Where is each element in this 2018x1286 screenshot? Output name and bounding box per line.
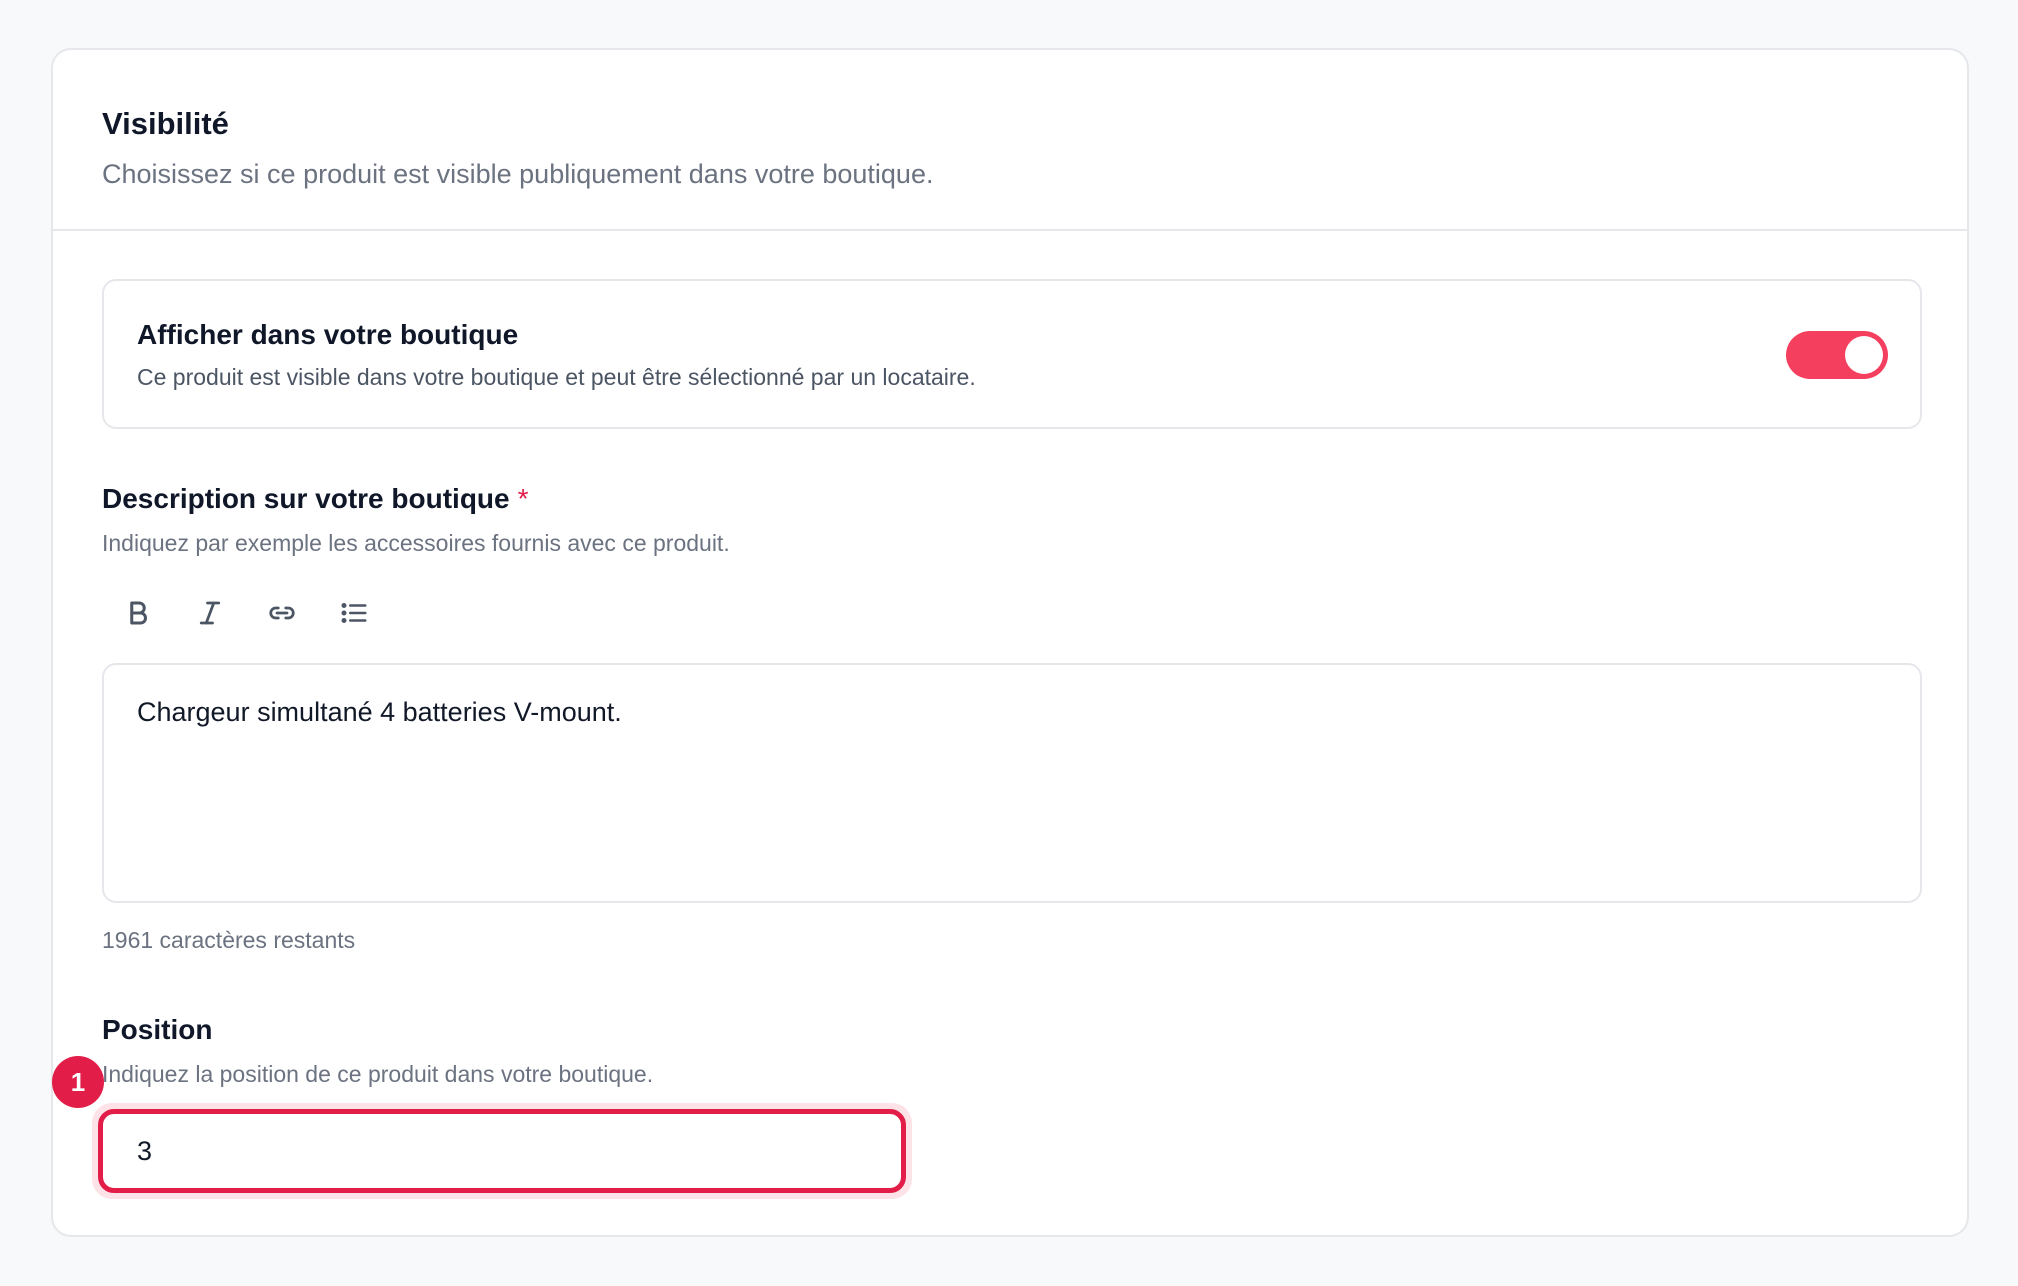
position-input[interactable] [98, 1109, 906, 1193]
shop-visibility-switch[interactable] [1786, 331, 1888, 379]
position-help: Indiquez la position de ce produit dans … [102, 1061, 654, 1087]
position-input-highlight [92, 1103, 912, 1199]
list-icon [341, 603, 367, 623]
italic-icon [199, 601, 221, 625]
link-icon [269, 606, 295, 620]
editor-toolbar [102, 588, 1918, 638]
shop-visibility-toggle-box: Afficher dans votre boutique Ce produit … [102, 279, 1922, 429]
card-body: Afficher dans votre boutique Ce produit … [52, 231, 1967, 1199]
toggle-description: Ce produit est visible dans votre boutiq… [137, 364, 976, 390]
link-button[interactable] [246, 588, 318, 638]
italic-button[interactable] [174, 588, 246, 638]
section-title: Visibilité [102, 106, 229, 141]
required-mark: * [517, 483, 529, 514]
description-field: Description sur votre boutique * Indiquez… [102, 482, 1922, 955]
bold-button[interactable] [102, 588, 174, 638]
description-editor[interactable]: Chargeur simultané 4 batteries V-mount. [102, 663, 1922, 903]
step-badge: 1 [52, 1056, 104, 1108]
position-field: Position Indiquez la position de ce prod… [52, 1013, 1918, 1199]
section-subtitle: Choisissez si ce produit est visible pub… [102, 159, 934, 189]
bold-icon [130, 601, 147, 625]
description-label-text: Description sur votre boutique [102, 483, 510, 514]
visibility-card: Visibilité Choisissez si ce produit est … [51, 48, 1969, 1237]
description-help: Indiquez par exemple les accessoires fou… [102, 530, 730, 556]
character-counter: 1961 caractères restants [102, 927, 356, 953]
switch-knob [1845, 336, 1883, 374]
description-label: Description sur votre boutique * [102, 482, 1918, 516]
position-label: Position [102, 1014, 213, 1045]
toggle-title: Afficher dans votre boutique [137, 319, 519, 350]
list-button[interactable] [318, 588, 390, 638]
card-header: Visibilité Choisissez si ce produit est … [53, 50, 1967, 231]
